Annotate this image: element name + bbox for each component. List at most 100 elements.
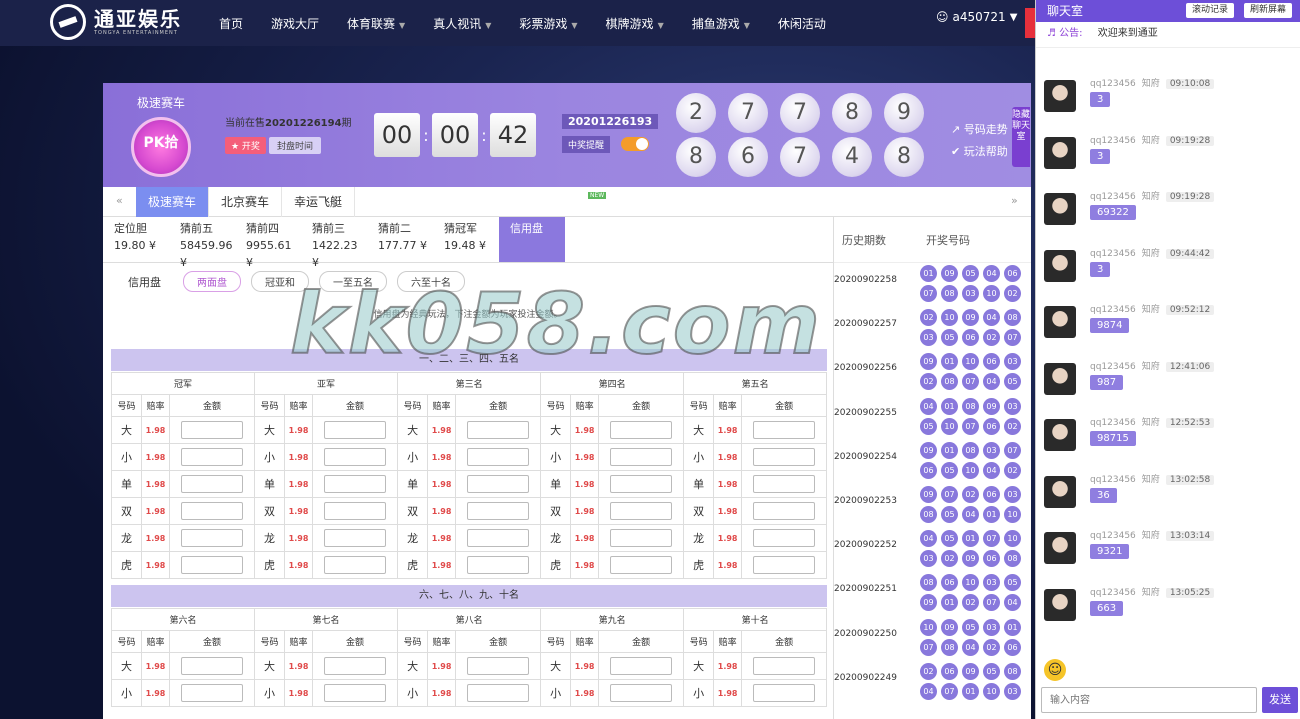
history-number: 01 xyxy=(920,265,937,282)
amount-input[interactable] xyxy=(324,684,387,702)
odds-value: 1.98 xyxy=(284,652,314,680)
history-number: 03 xyxy=(920,329,937,347)
amount-input[interactable] xyxy=(181,684,244,702)
play-type-tab[interactable]: 猜前二 177.77 ¥ xyxy=(367,217,433,262)
tab-game[interactable]: 北京赛车 xyxy=(209,187,283,217)
history-number: 01 xyxy=(941,441,958,459)
filter-button[interactable]: 冠亚和 xyxy=(251,271,309,292)
play-type-tab[interactable]: 猜前三 1422.23 ¥ xyxy=(301,217,367,269)
chat-input[interactable] xyxy=(1041,687,1257,713)
amount-input[interactable] xyxy=(324,556,387,574)
bet-option: 单 xyxy=(683,470,715,498)
nav-item[interactable]: 棋牌游戏 ▼ xyxy=(592,15,678,32)
amount-input[interactable] xyxy=(467,657,530,675)
chevron-right-icon[interactable]: » xyxy=(1011,194,1018,207)
message-user: qq123456 xyxy=(1090,79,1136,89)
chevron-left-icon[interactable]: « xyxy=(116,194,123,207)
nav-item[interactable]: 真人视讯 ▼ xyxy=(419,15,505,32)
sub-header: 号码 xyxy=(397,630,429,653)
sub-header: 赔率 xyxy=(570,630,600,653)
amount-input[interactable] xyxy=(753,475,816,493)
amount-input[interactable] xyxy=(610,657,673,675)
play-type-tab[interactable]: 猜冠军 19.48 ¥ xyxy=(433,217,499,262)
play-type-tab[interactable]: 定位胆 19.80 ¥ xyxy=(103,217,169,262)
amount-input[interactable] xyxy=(181,448,244,466)
close-time-button[interactable]: 封盘时间 xyxy=(269,137,322,154)
nav-item[interactable]: 捕鱼游戏 ▼ xyxy=(678,15,764,32)
history-number: 08 xyxy=(920,506,937,523)
open-results-button[interactable]: ★ 开奖 xyxy=(225,137,266,154)
message-user: qq123456 xyxy=(1090,248,1136,259)
nav-item[interactable]: 彩票游戏 ▼ xyxy=(505,15,591,32)
amount-input[interactable] xyxy=(610,448,673,466)
hide-chat-button[interactable]: 隐藏聊天室 xyxy=(1012,107,1030,167)
amount-input[interactable] xyxy=(610,529,673,547)
nav-item[interactable]: 体育联赛 ▼ xyxy=(333,15,419,32)
filter-button[interactable]: 六至十名 xyxy=(397,271,465,292)
amount-input[interactable] xyxy=(181,657,244,675)
filter-button[interactable]: 两面盘 xyxy=(183,271,241,292)
amount-input[interactable] xyxy=(467,684,530,702)
trend-link[interactable]: ↗ 号码走势 xyxy=(951,119,1008,141)
history-number: 04 xyxy=(983,461,1000,479)
amount-input[interactable] xyxy=(467,421,530,439)
emoji-icon[interactable]: ☺ xyxy=(1044,659,1066,681)
nav-item-label: 捕鱼游戏 xyxy=(691,16,740,31)
amount-input[interactable] xyxy=(181,529,244,547)
amount-input[interactable] xyxy=(324,502,387,520)
amount-input[interactable] xyxy=(753,502,816,520)
amount-input[interactable] xyxy=(181,421,244,439)
amount-input[interactable] xyxy=(324,421,387,439)
filter-button[interactable]: 一至五名 xyxy=(319,271,387,292)
amount-input[interactable] xyxy=(753,421,816,439)
nav-item[interactable]: 休闲活动 xyxy=(764,15,840,32)
amount-input[interactable] xyxy=(467,556,530,574)
amount-input[interactable] xyxy=(324,448,387,466)
amount-input[interactable] xyxy=(753,529,816,547)
amount-input[interactable] xyxy=(181,502,244,520)
play-type-tab[interactable]: 猜前五 58459.96 ¥ xyxy=(169,217,235,269)
amount-input[interactable] xyxy=(467,448,530,466)
win-alert-toggle[interactable] xyxy=(621,137,649,151)
history-number: 09 xyxy=(962,309,979,327)
amount-input[interactable] xyxy=(753,448,816,466)
history-panel: 历史期数 开奖号码 20200902258 01 09 05 04 06 07 08 03 10 0… xyxy=(833,217,1031,719)
play-type-tab[interactable]: 猜前四 9955.61 ¥ xyxy=(235,217,301,269)
amount-cell xyxy=(741,551,828,579)
user-menu[interactable]: ☺ a450721 ▼ xyxy=(936,10,1017,24)
amount-input[interactable] xyxy=(467,475,530,493)
amount-input[interactable] xyxy=(753,556,816,574)
chat-message: qq123456 知府 13:05:25 663 xyxy=(1044,585,1294,635)
amount-input[interactable] xyxy=(324,475,387,493)
amount-input[interactable] xyxy=(467,529,530,547)
history-number: 08 xyxy=(941,373,958,391)
nav-item[interactable]: 首页 xyxy=(205,15,257,32)
scroll-log-button[interactable]: 滚动记录 xyxy=(1186,3,1235,18)
amount-input[interactable] xyxy=(324,657,387,675)
amount-input[interactable] xyxy=(610,475,673,493)
column-header: 第十名 xyxy=(683,608,828,631)
tab-game[interactable]: 幸运飞艇 xyxy=(282,187,356,217)
amount-input[interactable] xyxy=(610,421,673,439)
history-number: 01 xyxy=(962,530,979,548)
nav-item[interactable]: 游戏大厅 xyxy=(257,15,333,32)
odds-value: 1.98 xyxy=(570,652,600,680)
amount-input[interactable] xyxy=(610,556,673,574)
play-type-tab[interactable]: 信用盘 xyxy=(499,217,565,262)
rules-link[interactable]: ✔ 玩法帮助 xyxy=(951,141,1008,163)
logo[interactable]: 通亚娱乐 TONGYA ENTERTAINMENT xyxy=(50,4,182,40)
amount-input[interactable] xyxy=(181,475,244,493)
amount-input[interactable] xyxy=(467,502,530,520)
history-number: 01 xyxy=(941,353,958,371)
amount-input[interactable] xyxy=(610,502,673,520)
amount-input[interactable] xyxy=(324,529,387,547)
amount-input[interactable] xyxy=(610,684,673,702)
history-number: 07 xyxy=(962,417,979,435)
amount-input[interactable] xyxy=(753,684,816,702)
tab-game[interactable]: 极速赛车 xyxy=(136,187,210,217)
send-button[interactable]: 发送 xyxy=(1262,687,1298,713)
refresh-screen-button[interactable]: 刷新屏幕 xyxy=(1244,3,1293,18)
amount-input[interactable] xyxy=(181,556,244,574)
message-role: 知府 xyxy=(1141,531,1160,541)
amount-input[interactable] xyxy=(753,657,816,675)
